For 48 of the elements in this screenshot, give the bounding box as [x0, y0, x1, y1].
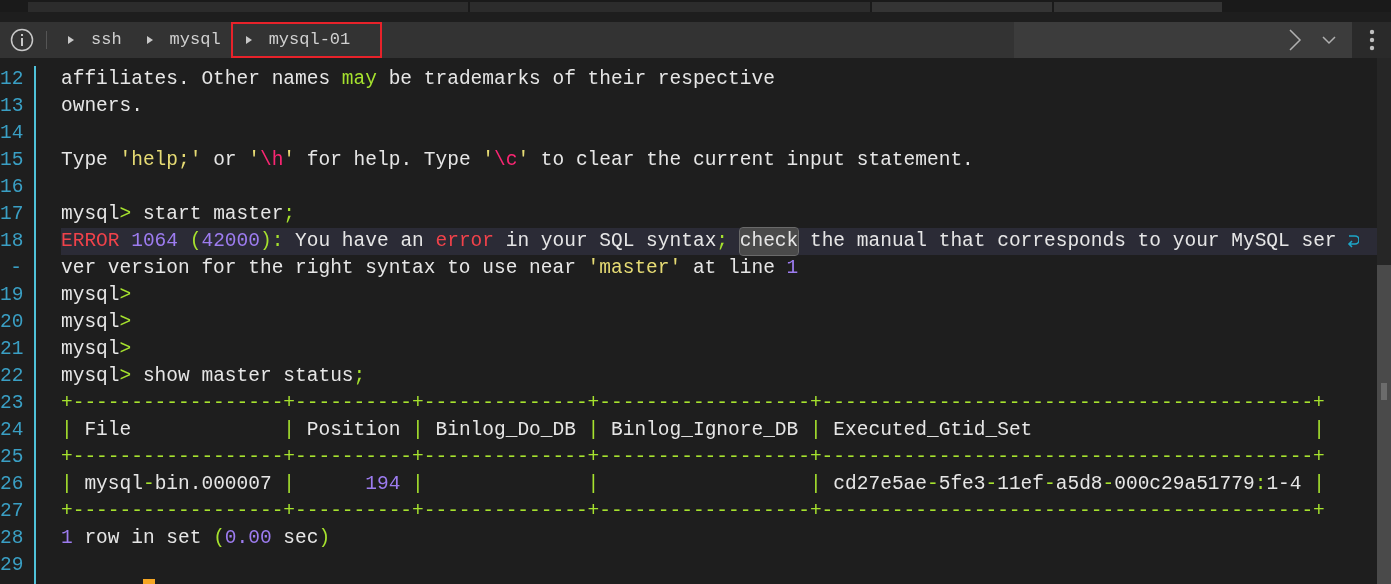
- breadcrumb-item[interactable]: ssh: [53, 24, 132, 56]
- breadcrumb-item[interactable]: mysql: [131, 24, 231, 56]
- line-number: 16: [0, 175, 25, 200]
- line-number: -: [9, 256, 23, 281]
- chevron-right-icon[interactable]: [1288, 28, 1302, 52]
- terminal-line: 1 row in set (0.00 sec): [61, 526, 332, 551]
- scrollbar-thumb[interactable]: [1377, 265, 1391, 584]
- info-icon[interactable]: [10, 28, 34, 52]
- terminal-line: +------------------+----------+--------------+------------------+------------------------------------------+: [61, 391, 1326, 416]
- line-number: 22: [0, 364, 25, 389]
- more-icon[interactable]: [1368, 29, 1375, 51]
- breadcrumb-item[interactable]: mysql-01: [230, 22, 383, 58]
- terminal-line: +------------------+----------+--------------+------------------+------------------------------------------+: [61, 499, 1326, 524]
- line-number: 20: [0, 310, 25, 335]
- terminal-line: ver version for the right syntax to use near 'master' at line 1: [61, 256, 800, 281]
- terminal-line: | File | Position | Binlog_Do_DB | Binlog_Ignore_DB | Executed_Gtid_Set |: [61, 418, 1326, 443]
- terminal-line: mysql> start master;: [61, 202, 297, 227]
- line-number: 15: [0, 148, 25, 173]
- line-number: 14: [0, 121, 25, 146]
- line-number: 21: [0, 337, 25, 362]
- terminal-line: mysql>: [61, 337, 133, 362]
- line-number: 28: [0, 526, 25, 551]
- terminal-line: Type 'help;' or '\h' for help. Type '\c' to clear the current input statement.: [61, 148, 975, 173]
- line-number: 12: [0, 67, 25, 92]
- line-number: 19: [0, 283, 25, 308]
- terminal-line: +------------------+----------+--------------+------------------+------------------------------------------+: [61, 445, 1326, 470]
- line-number: 13: [0, 94, 25, 119]
- line-number: 25: [0, 445, 25, 470]
- line-number: 24: [0, 418, 25, 443]
- line-number: 26: [0, 472, 25, 497]
- terminal-line: mysql>: [61, 310, 133, 335]
- tab[interactable]: [1054, 2, 1222, 12]
- tab[interactable]: [872, 2, 1052, 12]
- terminal-line: mysql> show master status;: [61, 364, 367, 389]
- caret-icon: [67, 35, 75, 45]
- line-number: 17: [0, 202, 25, 227]
- scroll-marker: [1381, 383, 1387, 400]
- caret-icon: [145, 35, 154, 45]
- line-number: 27: [0, 499, 25, 524]
- terminal-line: affiliates. Other names may be trademarks of their respective: [61, 67, 776, 92]
- line-number: 18: [0, 229, 25, 254]
- terminal-line: owners.: [61, 94, 144, 119]
- line-number: 29: [0, 553, 25, 578]
- terminal-line: | mysql-bin.000007 | 194 | | | cd27e5ae-5fe3-11ef-a5d8-000c29a51779:1-4 |: [61, 472, 1326, 497]
- line-number: 23: [0, 391, 25, 416]
- chevron-down-icon[interactable]: [1322, 35, 1336, 45]
- terminal-line: mysql>: [61, 283, 133, 308]
- caret-icon: [244, 35, 253, 45]
